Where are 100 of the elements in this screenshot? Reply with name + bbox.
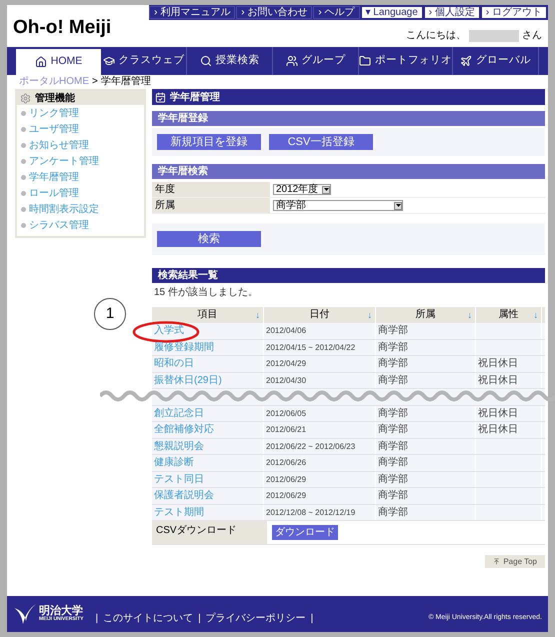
page-top-button[interactable]: Page Top xyxy=(485,555,545,568)
caret-icon xyxy=(322,186,330,194)
register-button[interactable]: 新規項目を登録 xyxy=(157,134,261,150)
header-link[interactable]: › ヘルプ xyxy=(313,6,360,19)
nav-tab[interactable]: ポートフォリオ xyxy=(359,47,453,75)
sidebar-link[interactable]: リンク管理 xyxy=(29,106,79,120)
sidebar-link[interactable]: ロール管理 xyxy=(29,186,79,200)
event-link[interactable]: 創立記念日 xyxy=(152,406,264,421)
separator: | xyxy=(310,612,314,626)
header-link[interactable]: › 利用マニュアル xyxy=(149,6,236,19)
sidebar-link[interactable]: シラバス管理 xyxy=(29,218,89,232)
download-button[interactable]: ダウンロード xyxy=(272,525,338,540)
separator: | xyxy=(198,612,201,626)
table-cell: 2012/04/29 xyxy=(264,356,376,372)
bullet-icon xyxy=(21,142,26,148)
greeting-suffix: さん xyxy=(522,29,542,43)
event-link[interactable]: 懇親説明会 xyxy=(152,438,264,454)
bullet-icon xyxy=(21,190,26,196)
event-link[interactable]: 全館補修対応 xyxy=(152,422,264,438)
sidebar-link[interactable]: ユーザ管理 xyxy=(29,122,79,136)
breadcrumb-separator: > xyxy=(92,75,98,89)
table-cell: 2012/06/22 ~ 2012/06/23 xyxy=(264,438,376,454)
sidebar-title: 管理機能 xyxy=(35,92,75,106)
highlight-ellipse xyxy=(132,321,200,343)
table-cell: 祝日休日 xyxy=(476,406,542,421)
bullet-icon xyxy=(21,206,26,212)
table-cell: 商学部 xyxy=(376,472,476,487)
gear-icon xyxy=(20,92,31,104)
redacted-name xyxy=(469,30,519,42)
event-link[interactable]: テスト同日 xyxy=(152,472,264,487)
table-cell: 商学部 xyxy=(376,488,476,504)
table-cell: 商学部 xyxy=(376,504,476,520)
table-cell: 商学部 xyxy=(376,455,476,470)
header-link[interactable]: › ログアウト xyxy=(480,6,547,19)
bullet-icon xyxy=(21,110,26,116)
table-cell: 祝日休日 xyxy=(476,422,542,438)
event-link[interactable]: 健康診断 xyxy=(152,455,264,470)
event-link[interactable]: テスト期間 xyxy=(152,504,264,520)
event-link[interactable]: 保護者説明会 xyxy=(152,488,264,504)
bullet-icon xyxy=(21,158,26,164)
nav-tab[interactable]: グローバル xyxy=(453,47,539,75)
home-icon xyxy=(34,56,47,68)
calendar-icon xyxy=(155,92,166,102)
logo[interactable]: Oh-o! Meiji xyxy=(13,18,112,47)
footer-link[interactable]: プライバシーポリシー xyxy=(206,610,306,626)
caret-icon xyxy=(394,202,402,210)
register-button[interactable]: CSV一括登録 xyxy=(269,134,373,150)
event-link[interactable]: 振替休日(29日) xyxy=(152,372,264,388)
table-cell: 2012/04/15 ~ 2012/04/22 xyxy=(264,340,376,355)
table-cell: 2012/06/26 xyxy=(264,455,376,470)
table-cell: 商学部 xyxy=(376,438,476,454)
event-link[interactable]: 入学式 xyxy=(152,323,264,338)
university-name: 明治大学 xyxy=(39,606,83,617)
search-icon xyxy=(200,55,212,67)
header-link[interactable]: › お問い合わせ xyxy=(236,6,312,19)
table-cell: 祝日休日 xyxy=(476,372,542,388)
search-button[interactable]: 検索 xyxy=(157,231,261,247)
bullet-icon xyxy=(21,126,26,132)
footer-link[interactable]: このサイトについて xyxy=(103,610,194,626)
graduation-cap-icon xyxy=(102,55,114,67)
nav-tab[interactable]: クラスウェブ xyxy=(101,47,187,75)
nav-tab[interactable]: HOME xyxy=(16,49,101,75)
section-header: 検索結果一覧 xyxy=(152,268,545,283)
table-cell: 2012/04/06 xyxy=(264,323,376,338)
nav-tab[interactable]: グループ xyxy=(273,47,359,75)
people-icon xyxy=(286,55,298,67)
table-cell: 2012/12/08 ~ 2012/12/19 xyxy=(264,504,376,520)
breadcrumb-link[interactable]: ポータルHOME xyxy=(19,75,89,89)
section-header: 学年暦検索 xyxy=(152,164,545,179)
header-link[interactable]: ▾ Language xyxy=(360,6,423,19)
sidebar-link[interactable]: 学年暦管理 xyxy=(29,170,79,184)
event-link[interactable]: 履修登録期間 xyxy=(152,340,264,355)
folder-icon xyxy=(359,55,371,67)
nav-tab[interactable]: 授業検索 xyxy=(187,47,273,75)
result-count: 15 件が該当しました。 xyxy=(153,286,259,300)
bullet-icon xyxy=(21,222,26,228)
table-cell: 商学部 xyxy=(376,406,476,421)
table-cell: 2012/06/29 xyxy=(264,472,376,487)
section-header: 学年暦登録 xyxy=(152,111,545,126)
csv-label: CSVダウンロード xyxy=(152,521,267,544)
sidebar-link[interactable]: 時間割表示設定 xyxy=(29,202,99,216)
event-link[interactable]: 昭和の日 xyxy=(152,356,264,372)
table-cell: 2012/04/30 xyxy=(264,372,376,388)
field-label: 年度 xyxy=(152,182,270,197)
step-marker: 1 xyxy=(94,298,126,330)
table-cell: 2012/06/21 xyxy=(264,422,376,438)
table-cell: 商学部 xyxy=(376,372,476,388)
page-top-icon xyxy=(493,558,500,565)
separator: | xyxy=(95,612,98,626)
sidebar-link[interactable]: アンケート管理 xyxy=(29,154,99,168)
breadcrumb-current: 学年暦管理 xyxy=(100,75,151,89)
select-field[interactable]: 商学部 xyxy=(273,200,403,211)
sidebar-link[interactable]: お知らせ管理 xyxy=(29,138,89,152)
table-cell: 2012/06/05 xyxy=(264,406,376,421)
select-field[interactable]: 2012年度 xyxy=(273,184,331,195)
table-cell: 商学部 xyxy=(376,340,476,355)
header-link[interactable]: › 個人設定 xyxy=(424,6,480,19)
table-cell: 商学部 xyxy=(376,356,476,372)
table-cell: 商学部 xyxy=(376,323,476,338)
greeting-text: こんにちは、 xyxy=(406,29,466,43)
